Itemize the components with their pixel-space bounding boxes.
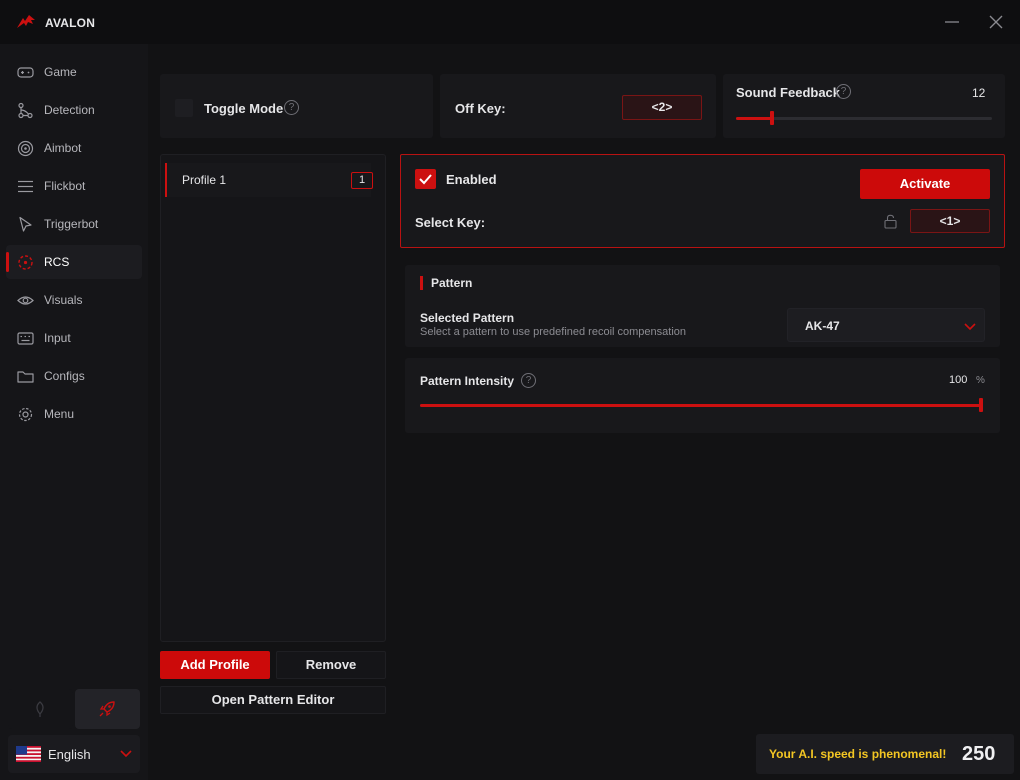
eye-icon	[17, 296, 34, 305]
performance-mode-button[interactable]	[75, 689, 140, 729]
pattern-dropdown-value: AK-47	[805, 319, 840, 333]
sidebar-item-game[interactable]: Game	[6, 55, 142, 89]
remove-profile-button[interactable]: Remove	[276, 651, 386, 679]
rcs-icon	[18, 255, 33, 270]
toggle-mode-label: Toggle Mode	[204, 101, 284, 116]
app-title: AVALON	[45, 16, 96, 30]
sidebar-item-label: Flickbot	[44, 179, 86, 193]
sidebar: Game Detection Aimbot Flickbot Triggerbo…	[0, 44, 148, 780]
leaf-icon	[36, 701, 44, 717]
pattern-intensity-card	[405, 358, 1000, 433]
language-select[interactable]: English	[8, 735, 140, 773]
pattern-intensity-value: 100	[949, 374, 968, 386]
sidebar-item-label: Aimbot	[44, 141, 82, 155]
rcs-enable-panel: Enabled Activate Select Key: <1>	[400, 154, 1005, 248]
sidebar-item-label: Triggerbot	[44, 217, 99, 231]
keyboard-icon	[17, 332, 34, 345]
chevron-down-icon	[120, 750, 132, 758]
help-icon[interactable]: ?	[284, 100, 299, 115]
cursor-icon	[19, 216, 32, 232]
sidebar-item-rcs[interactable]: RCS	[6, 245, 142, 279]
slider-thumb[interactable]	[770, 111, 774, 125]
sidebar-item-label: Input	[44, 331, 71, 345]
avalon-logo-icon	[17, 15, 35, 28]
minimize-icon[interactable]	[942, 12, 962, 32]
sidebar-item-input[interactable]: Input	[6, 321, 142, 355]
lines-icon	[18, 180, 33, 193]
pattern-intensity-slider[interactable]	[420, 398, 983, 412]
enabled-label: Enabled	[446, 172, 497, 187]
sidebar-item-configs[interactable]: Configs	[6, 359, 142, 393]
sidebar-item-aimbot[interactable]: Aimbot	[6, 131, 142, 165]
open-pattern-editor-button[interactable]: Open Pattern Editor	[160, 686, 386, 714]
select-key-label: Select Key:	[415, 215, 486, 230]
eco-mode-button[interactable]	[8, 689, 73, 729]
language-label: English	[48, 747, 91, 762]
help-icon[interactable]: ?	[521, 373, 536, 388]
selected-pattern-title: Selected Pattern	[420, 311, 515, 325]
sidebar-item-label: Game	[44, 65, 77, 79]
lock-icon[interactable]	[884, 214, 897, 229]
select-key-binding-button[interactable]: <1>	[910, 209, 990, 233]
slider-fill	[736, 117, 772, 120]
sidebar-item-label: Configs	[44, 369, 85, 383]
add-profile-button[interactable]: Add Profile	[160, 651, 270, 679]
activate-button[interactable]: Activate	[860, 169, 990, 199]
checkmark-icon	[419, 174, 432, 185]
profile-list-item[interactable]: Profile 1 1	[165, 163, 373, 197]
sidebar-item-menu[interactable]: Menu	[6, 397, 142, 431]
title-bar: AVALON	[0, 0, 1020, 44]
pattern-dropdown[interactable]: AK-47	[787, 308, 985, 342]
target-icon	[17, 140, 34, 157]
selected-pattern-description: Select a pattern to use predefined recoi…	[420, 326, 686, 338]
sidebar-item-label: Menu	[44, 407, 75, 421]
slider-thumb[interactable]	[979, 398, 983, 412]
sidebar-item-detection[interactable]: Detection	[6, 93, 142, 127]
nodes-icon	[18, 102, 33, 119]
profile-name: Profile 1	[182, 173, 227, 187]
sidebar-item-visuals[interactable]: Visuals	[6, 283, 142, 317]
enabled-checkbox[interactable]	[415, 169, 436, 189]
rocket-icon	[99, 701, 115, 717]
sound-feedback-value: 12	[972, 86, 986, 100]
gamepad-icon	[17, 67, 34, 78]
sidebar-item-label: Visuals	[44, 293, 83, 307]
sidebar-item-flickbot[interactable]: Flickbot	[6, 169, 142, 203]
us-flag-icon	[16, 746, 41, 762]
toast-message: Your A.I. speed is phenomenal!	[769, 747, 947, 761]
sidebar-item-label: Detection	[44, 103, 95, 117]
performance-toast: Your A.I. speed is phenomenal! 250	[756, 734, 1014, 774]
off-key-label: Off Key:	[455, 101, 506, 116]
chevron-down-icon	[964, 323, 976, 331]
section-marker	[420, 276, 423, 290]
sound-feedback-label: Sound Feedback	[736, 85, 841, 100]
toast-value: 250	[962, 743, 996, 765]
folder-icon	[17, 371, 34, 383]
close-icon[interactable]	[986, 12, 1006, 32]
slider-fill	[420, 404, 983, 407]
sidebar-item-triggerbot[interactable]: Triggerbot	[6, 207, 142, 241]
pattern-section-title: Pattern	[431, 276, 473, 290]
pattern-intensity-label: Pattern Intensity	[420, 374, 515, 388]
pattern-intensity-unit: %	[976, 375, 985, 386]
help-icon[interactable]: ?	[836, 84, 851, 99]
off-key-binding-button[interactable]: <2>	[622, 95, 702, 120]
profile-list: Profile 1 1	[160, 154, 386, 642]
gear-icon	[18, 407, 33, 422]
sound-feedback-card	[723, 74, 1005, 138]
active-marker	[6, 252, 9, 272]
sidebar-item-label: RCS	[44, 255, 70, 269]
sound-feedback-slider[interactable]	[736, 111, 992, 125]
toggle-mode-checkbox[interactable]	[175, 99, 193, 117]
profile-index-badge: 1	[351, 172, 373, 189]
